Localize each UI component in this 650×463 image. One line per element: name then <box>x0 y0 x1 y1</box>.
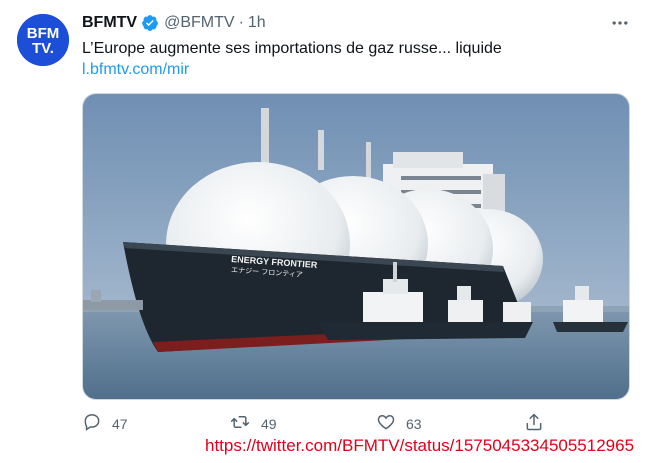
tweet: BFM TV. BFMTV @BFMTV · 1h L’Europe augme… <box>0 0 650 463</box>
tweet-text: L’Europe augmente ses importations de ga… <box>82 40 502 57</box>
more-icon[interactable] <box>608 12 632 34</box>
tweet-actions: 47 49 63 <box>82 412 552 436</box>
like-button[interactable]: 63 <box>376 412 422 435</box>
heart-icon <box>376 412 396 435</box>
share-button[interactable] <box>524 412 544 435</box>
retweet-button[interactable]: 49 <box>229 412 277 435</box>
share-icon <box>524 412 544 435</box>
reply-button[interactable]: 47 <box>82 412 128 435</box>
like-count: 63 <box>406 415 422 432</box>
lng-tanker-photo: ENERGY FRONTIER エナジー フロンティア <box>83 94 629 399</box>
retweet-icon <box>229 412 251 435</box>
verified-badge-icon <box>141 14 159 32</box>
avatar-logo-line2: TV. <box>32 40 54 57</box>
source-url-overlay: https://twitter.com/BFMTV/status/1575045… <box>205 436 635 455</box>
avatar[interactable]: BFM TV. <box>17 14 69 66</box>
tweet-header: BFMTV @BFMTV · 1h <box>82 12 266 34</box>
reply-count: 47 <box>112 415 128 432</box>
tweet-link[interactable]: l.bfmtv.com/mir <box>82 59 189 80</box>
display-name[interactable]: BFMTV <box>82 14 137 32</box>
reply-icon <box>82 412 102 435</box>
separator-dot: · <box>238 14 244 31</box>
handle[interactable]: @BFMTV <box>164 14 234 32</box>
bfmtv-logo: BFM TV. <box>17 14 69 66</box>
timestamp[interactable]: 1h <box>248 14 266 32</box>
retweet-count: 49 <box>261 415 277 432</box>
tweet-image[interactable]: ENERGY FRONTIER エナジー フロンティア <box>82 93 630 400</box>
